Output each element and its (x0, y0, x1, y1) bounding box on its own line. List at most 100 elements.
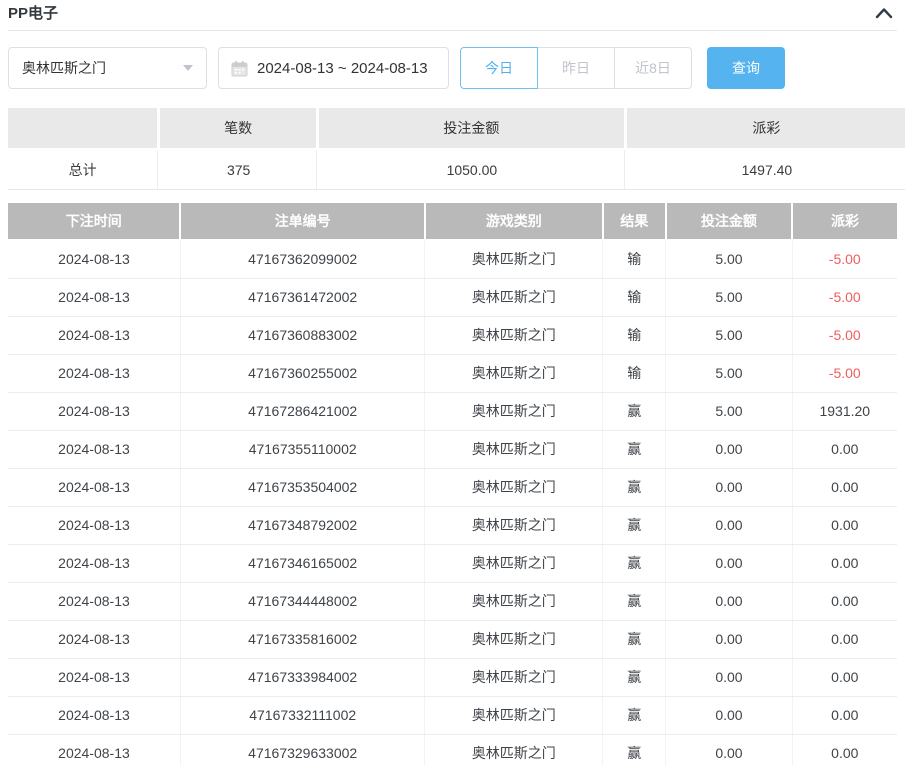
game-category-cell: 奥林匹斯之门 (425, 430, 603, 468)
summary-total-label: 总计 (8, 150, 157, 190)
bet-amount-cell: 0.00 (666, 506, 792, 544)
payout-cell: 0.00 (792, 582, 897, 620)
bet-amount-cell: 5.00 (666, 316, 792, 354)
payout-cell: -5.00 (792, 354, 897, 392)
game-category-cell: 奥林匹斯之门 (425, 240, 603, 278)
bet-amount-cell: 0.00 (666, 696, 792, 734)
bet-amount-cell: 0.00 (666, 544, 792, 582)
bet-time-cell: 2024-08-13 (8, 582, 180, 620)
summary-header-row: 笔数 投注金额 派彩 (8, 108, 897, 148)
table-row: 2024-08-1347167344448002奥林匹斯之门赢0.000.00 (8, 582, 897, 620)
result-cell: 赢 (603, 620, 666, 658)
order-number-cell: 47167332111002 (180, 696, 424, 734)
table-row: 2024-08-1347167360255002奥林匹斯之门输5.00-5.00 (8, 354, 897, 392)
summary-header-blank (8, 108, 157, 148)
last-8-days-button[interactable]: 近8日 (614, 47, 692, 89)
summary-bet-amount-value: 1050.00 (316, 150, 624, 190)
order-number-cell: 47167361472002 (180, 278, 424, 316)
panel-title: PP电子 (8, 2, 58, 23)
quick-range-group: 今日昨日近8日 (460, 47, 692, 89)
game-category-cell: 奥林匹斯之门 (425, 582, 603, 620)
result-cell: 输 (603, 354, 666, 392)
table-row: 2024-08-1347167286421002奥林匹斯之门赢5.001931.… (8, 392, 897, 430)
result-cell: 赢 (603, 582, 666, 620)
game-category-cell: 奥林匹斯之门 (425, 734, 603, 766)
game-category-cell: 奥林匹斯之门 (425, 506, 603, 544)
order-number-cell: 47167362099002 (180, 240, 424, 278)
summary-header-count: 笔数 (160, 108, 316, 148)
order-number-cell: 47167346165002 (180, 544, 424, 582)
payout-cell: 0.00 (792, 620, 897, 658)
bet-amount-cell: 0.00 (666, 734, 792, 766)
bet-amount-cell: 0.00 (666, 430, 792, 468)
pp-electronic-panel: PP电子 奥林匹斯之门 (0, 0, 905, 766)
game-select[interactable]: 奥林匹斯之门 (8, 47, 207, 89)
bet-time-cell: 2024-08-13 (8, 734, 180, 766)
bet-amount-cell: 5.00 (666, 354, 792, 392)
bet-time-cell: 2024-08-13 (8, 506, 180, 544)
filter-bar: 奥林匹斯之门 2024-08-13 ~ 2024-08-13 今日昨日近8日 查… (8, 47, 897, 89)
table-row: 2024-08-1347167333984002奥林匹斯之门赢0.000.00 (8, 658, 897, 696)
game-category-cell: 奥林匹斯之门 (425, 620, 603, 658)
game-category-cell: 奥林匹斯之门 (425, 658, 603, 696)
game-category-cell: 奥林匹斯之门 (425, 278, 603, 316)
col-header-order-number: 注单编号 (180, 203, 424, 240)
game-category-cell: 奥林匹斯之门 (425, 316, 603, 354)
result-cell: 赢 (603, 544, 666, 582)
col-header-bet-time: 下注时间 (8, 203, 180, 240)
order-number-cell: 47167333984002 (180, 658, 424, 696)
payout-cell: -5.00 (792, 240, 897, 278)
order-number-cell: 47167355110002 (180, 430, 424, 468)
table-row: 2024-08-1347167360883002奥林匹斯之门输5.00-5.00 (8, 316, 897, 354)
bets-table: 下注时间 注单编号 游戏类别 结果 投注金额 派彩 2024-08-134716… (8, 203, 897, 766)
date-range-input[interactable]: 2024-08-13 ~ 2024-08-13 (218, 47, 449, 89)
bet-time-cell: 2024-08-13 (8, 278, 180, 316)
table-row: 2024-08-1347167355110002奥林匹斯之门赢0.000.00 (8, 430, 897, 468)
bet-amount-cell: 5.00 (666, 240, 792, 278)
chevron-down-icon (183, 65, 193, 71)
summary-total-row: 总计 375 1050.00 1497.40 (8, 150, 897, 190)
summary-header-payout: 派彩 (627, 108, 905, 148)
bets-header-row: 下注时间 注单编号 游戏类别 结果 投注金额 派彩 (8, 203, 897, 240)
game-select-value: 奥林匹斯之门 (22, 58, 106, 78)
date-range-value: 2024-08-13 ~ 2024-08-13 (257, 60, 428, 77)
result-cell: 赢 (603, 734, 666, 766)
summary-payout-value: 1497.40 (624, 150, 905, 190)
payout-cell: 0.00 (792, 468, 897, 506)
result-cell: 赢 (603, 506, 666, 544)
summary-header-bet-amount: 投注金额 (319, 108, 624, 148)
order-number-cell: 47167348792002 (180, 506, 424, 544)
result-cell: 赢 (603, 468, 666, 506)
query-button[interactable]: 查询 (707, 47, 785, 89)
order-number-cell: 47167360255002 (180, 354, 424, 392)
order-number-cell: 47167344448002 (180, 582, 424, 620)
collapse-button[interactable] (873, 7, 895, 19)
bet-amount-cell: 0.00 (666, 468, 792, 506)
payout-cell: 0.00 (792, 658, 897, 696)
bet-time-cell: 2024-08-13 (8, 392, 180, 430)
today-button[interactable]: 今日 (460, 47, 538, 89)
col-header-payout: 派彩 (792, 203, 897, 240)
game-category-cell: 奥林匹斯之门 (425, 696, 603, 734)
result-cell: 赢 (603, 392, 666, 430)
yesterday-button[interactable]: 昨日 (537, 47, 615, 89)
payout-cell: 0.00 (792, 696, 897, 734)
calendar-icon (231, 60, 248, 77)
bet-amount-cell: 0.00 (666, 658, 792, 696)
payout-cell: 0.00 (792, 430, 897, 468)
payout-cell: 0.00 (792, 506, 897, 544)
table-row: 2024-08-1347167346165002奥林匹斯之门赢0.000.00 (8, 544, 897, 582)
result-cell: 输 (603, 316, 666, 354)
result-cell: 赢 (603, 658, 666, 696)
order-number-cell: 47167335816002 (180, 620, 424, 658)
game-category-cell: 奥林匹斯之门 (425, 354, 603, 392)
bet-time-cell: 2024-08-13 (8, 620, 180, 658)
game-category-cell: 奥林匹斯之门 (425, 544, 603, 582)
order-number-cell: 47167360883002 (180, 316, 424, 354)
table-row: 2024-08-1347167332111002奥林匹斯之门赢0.000.00 (8, 696, 897, 734)
bets-table-wrapper: 下注时间 注单编号 游戏类别 结果 投注金额 派彩 2024-08-134716… (8, 203, 897, 766)
order-number-cell: 47167286421002 (180, 392, 424, 430)
bet-amount-cell: 0.00 (666, 620, 792, 658)
payout-cell: 1931.20 (792, 392, 897, 430)
table-row: 2024-08-1347167361472002奥林匹斯之门输5.00-5.00 (8, 278, 897, 316)
